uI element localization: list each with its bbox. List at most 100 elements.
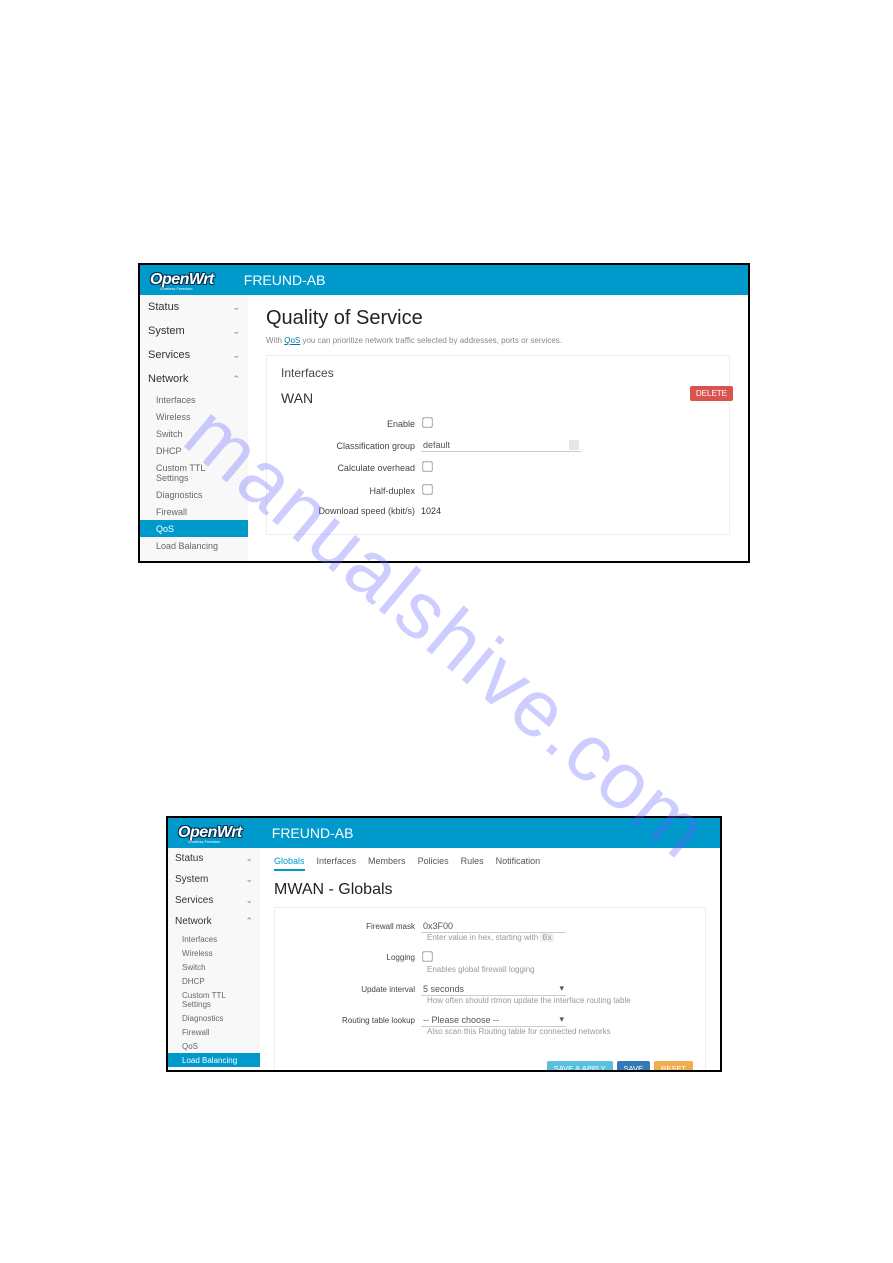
chevron-down-icon: ⌄ (232, 350, 240, 361)
save-button[interactable]: SAVE (617, 1061, 650, 1070)
panel-title: Interfaces (281, 366, 715, 380)
nav-status[interactable]: Status⌄ (140, 295, 248, 319)
hostname: FREUND-AB (272, 825, 354, 841)
topbar: OpenWrt Wireless Freedom FREUND-AB (140, 265, 748, 295)
class-group-label: Classification group (281, 441, 421, 451)
update-interval-select[interactable]: 5 seconds▾ (421, 982, 566, 996)
subnav-firewall[interactable]: Firewall (168, 1025, 260, 1039)
screenshot-qos: OpenWrt Wireless Freedom FREUND-AB Statu… (138, 263, 750, 563)
brand-logo: OpenWrt Wireless Freedom (150, 271, 214, 289)
page-description: With QoS you can prioritize network traf… (266, 336, 730, 345)
subnav-load-balancing[interactable]: Load Balancing (168, 1053, 260, 1067)
calc-overhead-label: Calculate overhead (281, 463, 421, 473)
enable-checkbox[interactable] (422, 417, 432, 427)
dl-speed-label: Download speed (kbit/s) (281, 506, 421, 516)
qos-link[interactable]: QoS (284, 336, 300, 345)
logging-checkbox[interactable] (422, 951, 432, 961)
tabs: Globals Interfaces Members Policies Rule… (274, 856, 706, 871)
chevron-down-icon: ⌄ (232, 326, 240, 337)
half-duplex-row: Half-duplex (281, 483, 715, 498)
class-group-select[interactable]: default (421, 439, 581, 452)
firewall-mask-input[interactable]: 0x3F00 (421, 920, 566, 933)
nav-system[interactable]: System⌄ (168, 869, 260, 890)
chevron-down-icon: ⌄ (245, 895, 253, 906)
dropdown-icon: ▾ (559, 1014, 564, 1025)
subnav-switch[interactable]: Switch (168, 960, 260, 974)
update-interval-row: Update interval 5 seconds▾ (291, 982, 689, 996)
update-interval-help: How often should rtmon update the interf… (427, 996, 689, 1005)
sidebar: Status⌄ System⌄ Services⌄ Network⌃ Inter… (140, 295, 248, 561)
page-title: MWAN - Globals (274, 881, 706, 899)
subnav-switch[interactable]: Switch (140, 425, 248, 442)
subnav-dhcp[interactable]: DHCP (140, 442, 248, 459)
routing-lookup-row: Routing table lookup -- Please choose --… (291, 1013, 689, 1027)
tab-rules[interactable]: Rules (461, 856, 484, 871)
subnav-interfaces[interactable]: Interfaces (140, 391, 248, 408)
nav-services[interactable]: Services⌄ (168, 890, 260, 911)
delete-button[interactable]: DELETE (690, 386, 733, 401)
sidebar: Status⌄ System⌄ Services⌄ Network⌃ Inter… (168, 848, 260, 1070)
nav-network[interactable]: Network⌃ (168, 911, 260, 932)
logging-label: Logging (291, 953, 421, 962)
enable-label: Enable (281, 419, 421, 429)
subnav-interfaces[interactable]: Interfaces (168, 932, 260, 946)
chevron-down-icon: ⌄ (245, 874, 253, 885)
dropdown-icon: ▾ (559, 983, 564, 994)
page-title: Quality of Service (266, 307, 730, 330)
nav-status[interactable]: Status⌄ (168, 848, 260, 869)
subnav-dhcp[interactable]: DHCP (168, 974, 260, 988)
subnav-qos[interactable]: QoS (140, 520, 248, 537)
enable-row: Enable (281, 416, 715, 431)
calc-overhead-checkbox[interactable] (422, 461, 432, 471)
nav-network[interactable]: Network⌃ (140, 367, 248, 391)
chevron-down-icon: ⌄ (232, 302, 240, 313)
firewall-mask-label: Firewall mask (291, 922, 421, 931)
reset-button[interactable]: RESET (654, 1061, 693, 1070)
dl-speed-row: Download speed (kbit/s) 1024 (281, 506, 715, 516)
chevron-up-icon: ⌃ (232, 374, 240, 385)
firewall-mask-help: Enter value in hex, starting with 0x (427, 933, 689, 942)
tab-interfaces[interactable]: Interfaces (317, 856, 357, 871)
tab-members[interactable]: Members (368, 856, 406, 871)
chevron-up-icon: ⌃ (245, 916, 253, 927)
routing-lookup-help: Also scan this Routing table for connect… (427, 1027, 689, 1036)
brand-logo: OpenWrt Wireless Freedom (178, 824, 242, 842)
subnav-wireless[interactable]: Wireless (140, 408, 248, 425)
subnav-wireless[interactable]: Wireless (168, 946, 260, 960)
routing-lookup-select[interactable]: -- Please choose --▾ (421, 1013, 566, 1027)
dropdown-icon (569, 440, 579, 450)
calc-overhead-row: Calculate overhead (281, 460, 715, 475)
main-content: Globals Interfaces Members Policies Rule… (260, 848, 720, 1070)
subnav-firewall[interactable]: Firewall (140, 503, 248, 520)
subnav-custom-ttl[interactable]: Custom TTL Settings (140, 459, 248, 486)
hostname: FREUND-AB (244, 272, 326, 288)
tab-globals[interactable]: Globals (274, 856, 305, 871)
logging-help: Enables global firewall logging (427, 965, 689, 974)
subnav-load-balancing[interactable]: Load Balancing (140, 537, 248, 554)
topbar: OpenWrt Wireless Freedom FREUND-AB (168, 818, 720, 848)
subnav-diagnostics[interactable]: Diagnostics (140, 486, 248, 503)
subnav-diagnostics[interactable]: Diagnostics (168, 1011, 260, 1025)
interfaces-panel: Interfaces DELETE WAN Enable Classificat… (266, 355, 730, 535)
half-duplex-label: Half-duplex (281, 486, 421, 496)
class-group-row: Classification group default (281, 439, 715, 452)
subnav-qos[interactable]: QoS (168, 1039, 260, 1053)
logging-row: Logging (291, 950, 689, 965)
globals-panel: Firewall mask 0x3F00 Enter value in hex,… (274, 907, 706, 1070)
dl-speed-value: 1024 (421, 506, 715, 516)
tab-policies[interactable]: Policies (418, 856, 449, 871)
routing-lookup-label: Routing table lookup (291, 1016, 421, 1025)
firewall-mask-row: Firewall mask 0x3F00 (291, 920, 689, 933)
nav-system[interactable]: System⌄ (140, 319, 248, 343)
nav-services[interactable]: Services⌄ (140, 343, 248, 367)
wan-section-title: WAN (281, 390, 715, 406)
screenshot-mwan: OpenWrt Wireless Freedom FREUND-AB Statu… (166, 816, 722, 1072)
half-duplex-checkbox[interactable] (422, 484, 432, 494)
chevron-down-icon: ⌄ (245, 853, 253, 864)
save-apply-button[interactable]: SAVE & APPLY (547, 1061, 613, 1070)
tab-notification[interactable]: Notification (496, 856, 541, 871)
subnav-custom-ttl[interactable]: Custom TTL Settings (168, 988, 260, 1011)
logout-button[interactable]: Logout (168, 1067, 260, 1072)
update-interval-label: Update interval (291, 985, 421, 994)
logout-button[interactable]: Logout (140, 554, 248, 563)
